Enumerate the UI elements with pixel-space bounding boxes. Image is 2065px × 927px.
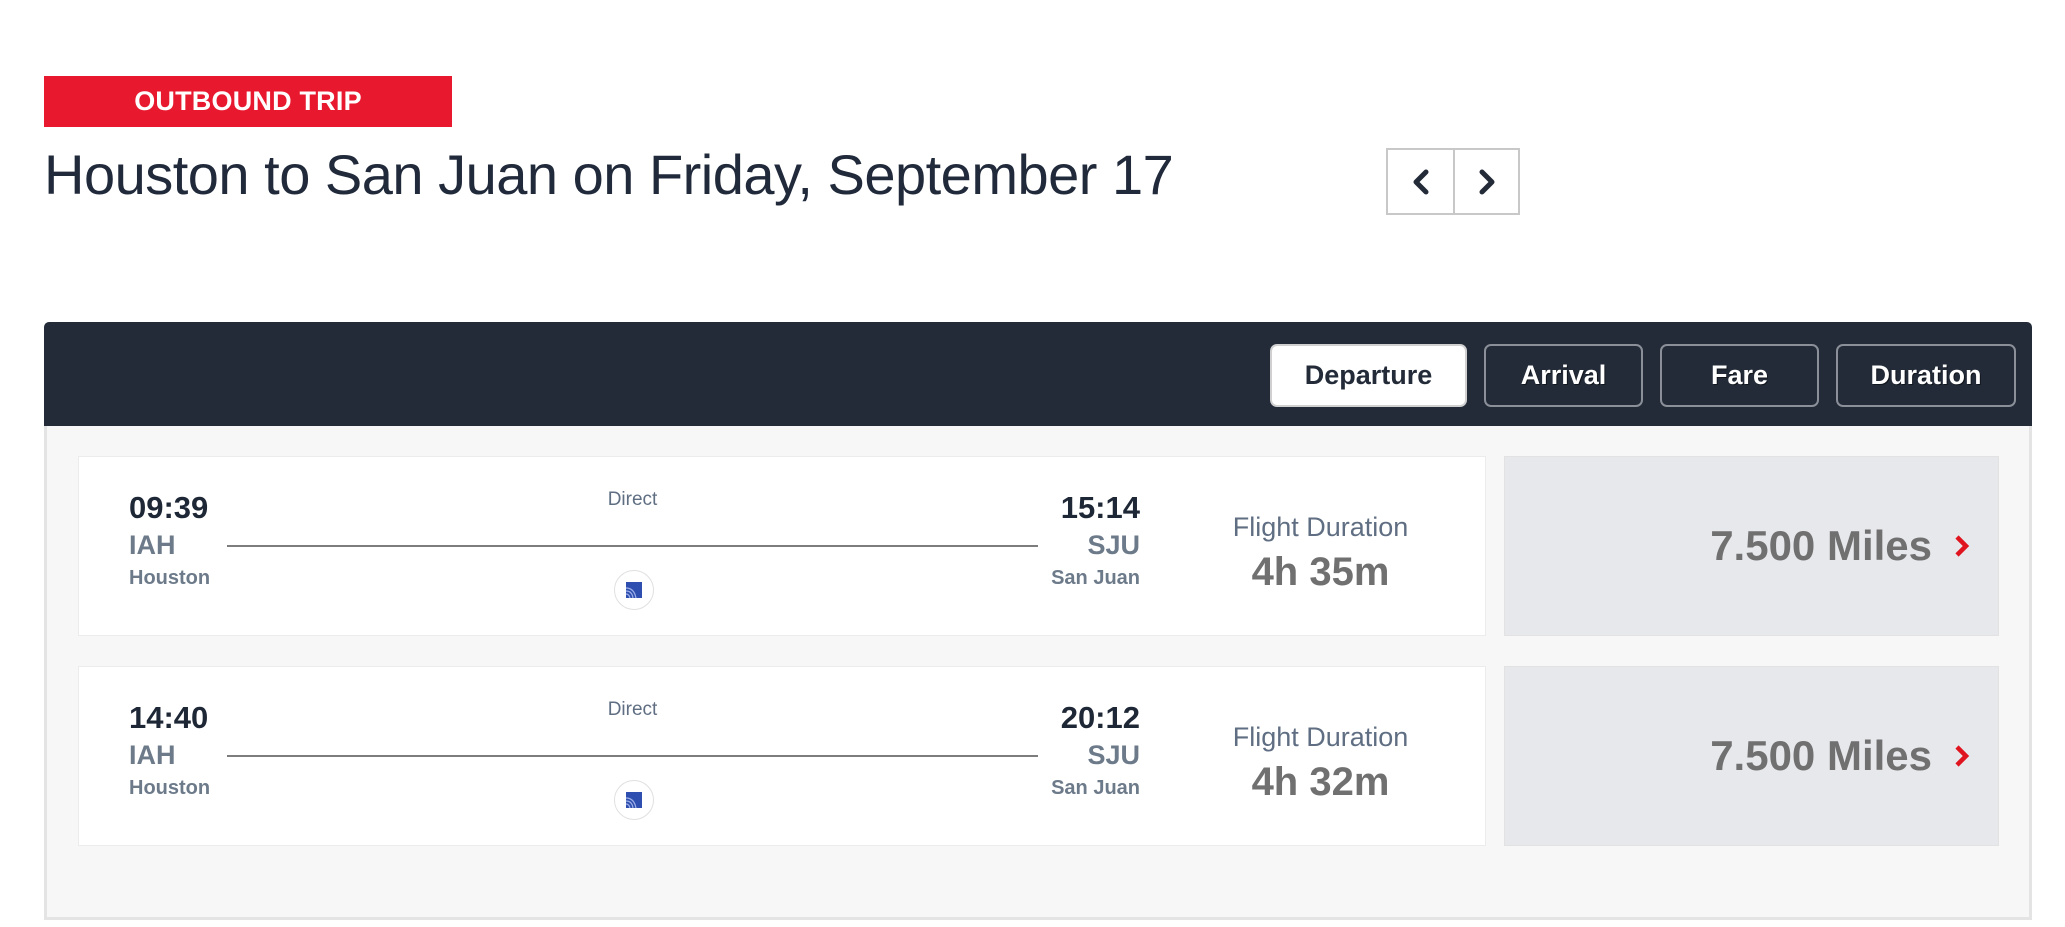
flight-card[interactable]: 14:40 IAH Houston Direct 20:12 SJU San J… xyxy=(78,666,1486,846)
duration-value: 4h 35m xyxy=(1251,550,1390,594)
next-day-button[interactable] xyxy=(1453,150,1518,213)
arrival-city: San Juan xyxy=(1051,567,1140,589)
stops-label: Direct xyxy=(607,489,658,510)
departure-airport-code: IAH xyxy=(129,740,176,770)
previous-day-button[interactable] xyxy=(1388,150,1453,213)
departure-time: 14:40 xyxy=(129,700,209,735)
chevron-right-icon xyxy=(1954,534,1970,558)
duration-label: Flight Duration xyxy=(1232,722,1409,752)
departure-time: 09:39 xyxy=(129,490,209,525)
route-line xyxy=(227,755,1038,757)
sort-fare-button[interactable]: Fare xyxy=(1660,344,1819,407)
page-title: Houston to San Juan on Friday, September… xyxy=(44,143,1174,206)
arrival-info: 15:14 SJU San Juan xyxy=(1051,489,1140,593)
departure-city: Houston xyxy=(129,567,211,589)
arrival-info: 20:12 SJU San Juan xyxy=(1051,699,1140,803)
flight-card[interactable]: 09:39 IAH Houston Direct 15:14 SJU San J… xyxy=(78,456,1486,636)
stops-label: Direct xyxy=(607,699,658,720)
duration-value: 4h 32m xyxy=(1251,760,1390,804)
airline-logo-icon xyxy=(614,780,654,820)
fare-miles: 7.500 Miles xyxy=(1710,522,1932,569)
flight-results-list: 09:39 IAH Houston Direct 15:14 SJU San J… xyxy=(44,426,2032,920)
departure-info: 09:39 IAH Houston xyxy=(129,489,210,593)
chevron-right-icon xyxy=(1954,744,1970,768)
chevron-left-icon xyxy=(1413,169,1428,194)
fare-select-button[interactable]: 7.500 Miles xyxy=(1504,666,1999,846)
trip-label: OUTBOUND TRIP xyxy=(134,86,362,116)
outbound-trip-badge: OUTBOUND TRIP xyxy=(44,76,452,127)
departure-city: Houston xyxy=(129,777,211,799)
arrival-city: San Juan xyxy=(1051,777,1140,799)
sort-arrival-button[interactable]: Arrival xyxy=(1484,344,1643,407)
duration-label: Flight Duration xyxy=(1232,512,1409,542)
sort-departure-button[interactable]: Departure xyxy=(1270,344,1467,407)
date-navigation xyxy=(1386,148,1520,215)
arrival-time: 15:14 xyxy=(1060,490,1140,525)
fare-miles: 7.500 Miles xyxy=(1710,732,1932,779)
departure-info: 14:40 IAH Houston xyxy=(129,699,210,803)
flight-duration: Flight Duration 4h 32m xyxy=(1193,719,1448,807)
arrival-airport-code: SJU xyxy=(1087,740,1140,770)
fare-select-button[interactable]: 7.500 Miles xyxy=(1504,456,1999,636)
chevron-right-icon xyxy=(1479,169,1494,194)
departure-airport-code: IAH xyxy=(129,530,176,560)
arrival-airport-code: SJU xyxy=(1087,530,1140,560)
sort-duration-button[interactable]: Duration xyxy=(1836,344,2016,407)
arrival-time: 20:12 xyxy=(1060,700,1140,735)
flight-duration: Flight Duration 4h 35m xyxy=(1193,509,1448,597)
route-line xyxy=(227,545,1038,547)
airline-logo-icon xyxy=(614,570,654,610)
sort-bar: Departure Arrival Fare Duration xyxy=(44,322,2032,426)
